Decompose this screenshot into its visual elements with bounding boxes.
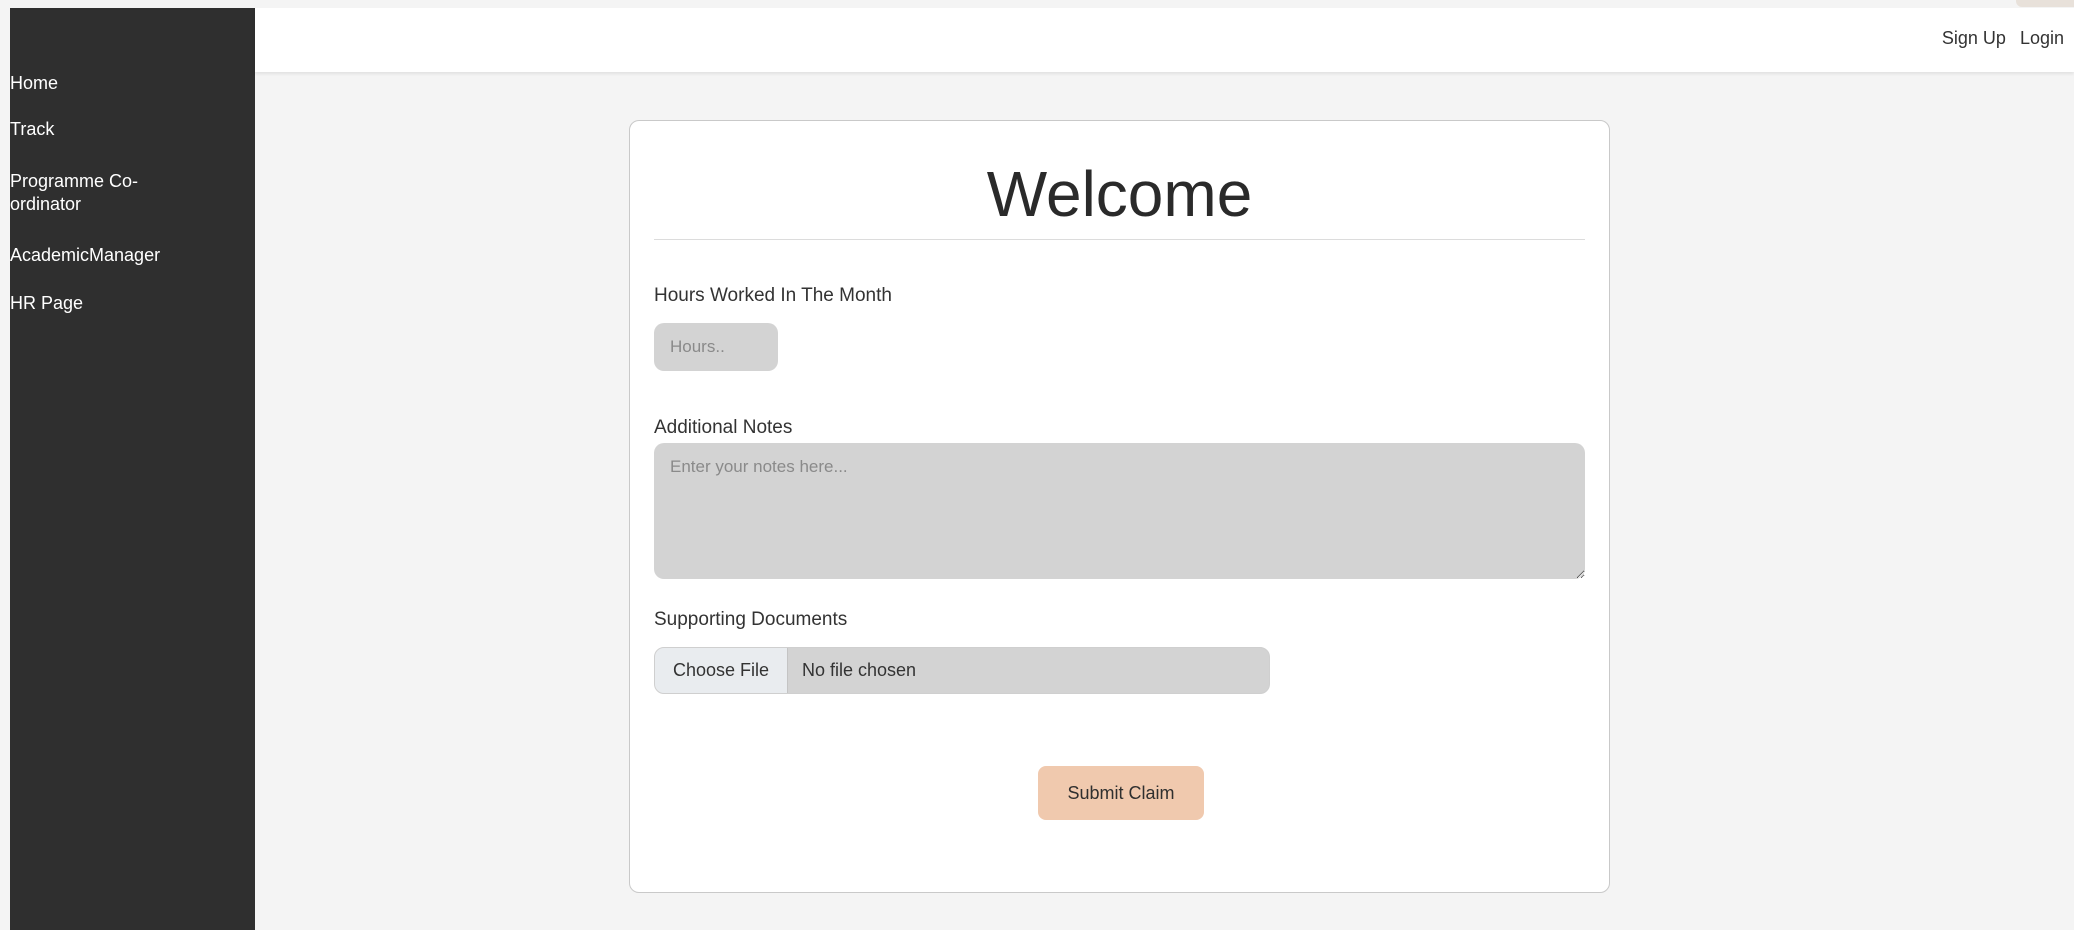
corner-tab — [2016, 0, 2074, 7]
sidebar-item-academic-manager[interactable]: AcademicManager — [10, 244, 160, 267]
file-status-text: No file chosen — [802, 660, 917, 680]
sidebar-item-hr-page[interactable]: HR Page — [10, 292, 83, 315]
page-title: Welcome — [986, 158, 1253, 230]
sidebar-item-track[interactable]: Track — [10, 118, 54, 141]
notes-label: Additional Notes — [654, 417, 793, 438]
sidebar: Home Track Programme Co-ordinator Academ… — [10, 8, 255, 930]
sidebar-item-programme-coordinator[interactable]: Programme Co-ordinator — [10, 170, 160, 216]
file-input[interactable]: Choose File No file chosen — [654, 647, 1270, 694]
sign-up-link[interactable]: Sign Up — [1942, 28, 2006, 49]
hours-label: Hours Worked In The Month — [654, 285, 892, 306]
supporting-documents-label: Supporting Documents — [654, 609, 848, 630]
top-header: Sign Up Login — [255, 8, 2074, 72]
submit-claim-button[interactable]: Submit Claim — [1038, 766, 1204, 820]
choose-file-button[interactable]: Choose File — [655, 648, 788, 693]
claim-form-card: Welcome Hours Worked In The Month Additi… — [629, 120, 1610, 893]
auth-links: Sign Up Login — [1942, 28, 2064, 49]
sidebar-item-home[interactable]: Home — [10, 72, 58, 95]
title-divider — [654, 239, 1585, 240]
hours-input[interactable] — [654, 323, 778, 371]
login-link[interactable]: Login — [2020, 28, 2064, 49]
notes-textarea[interactable] — [654, 443, 1585, 579]
